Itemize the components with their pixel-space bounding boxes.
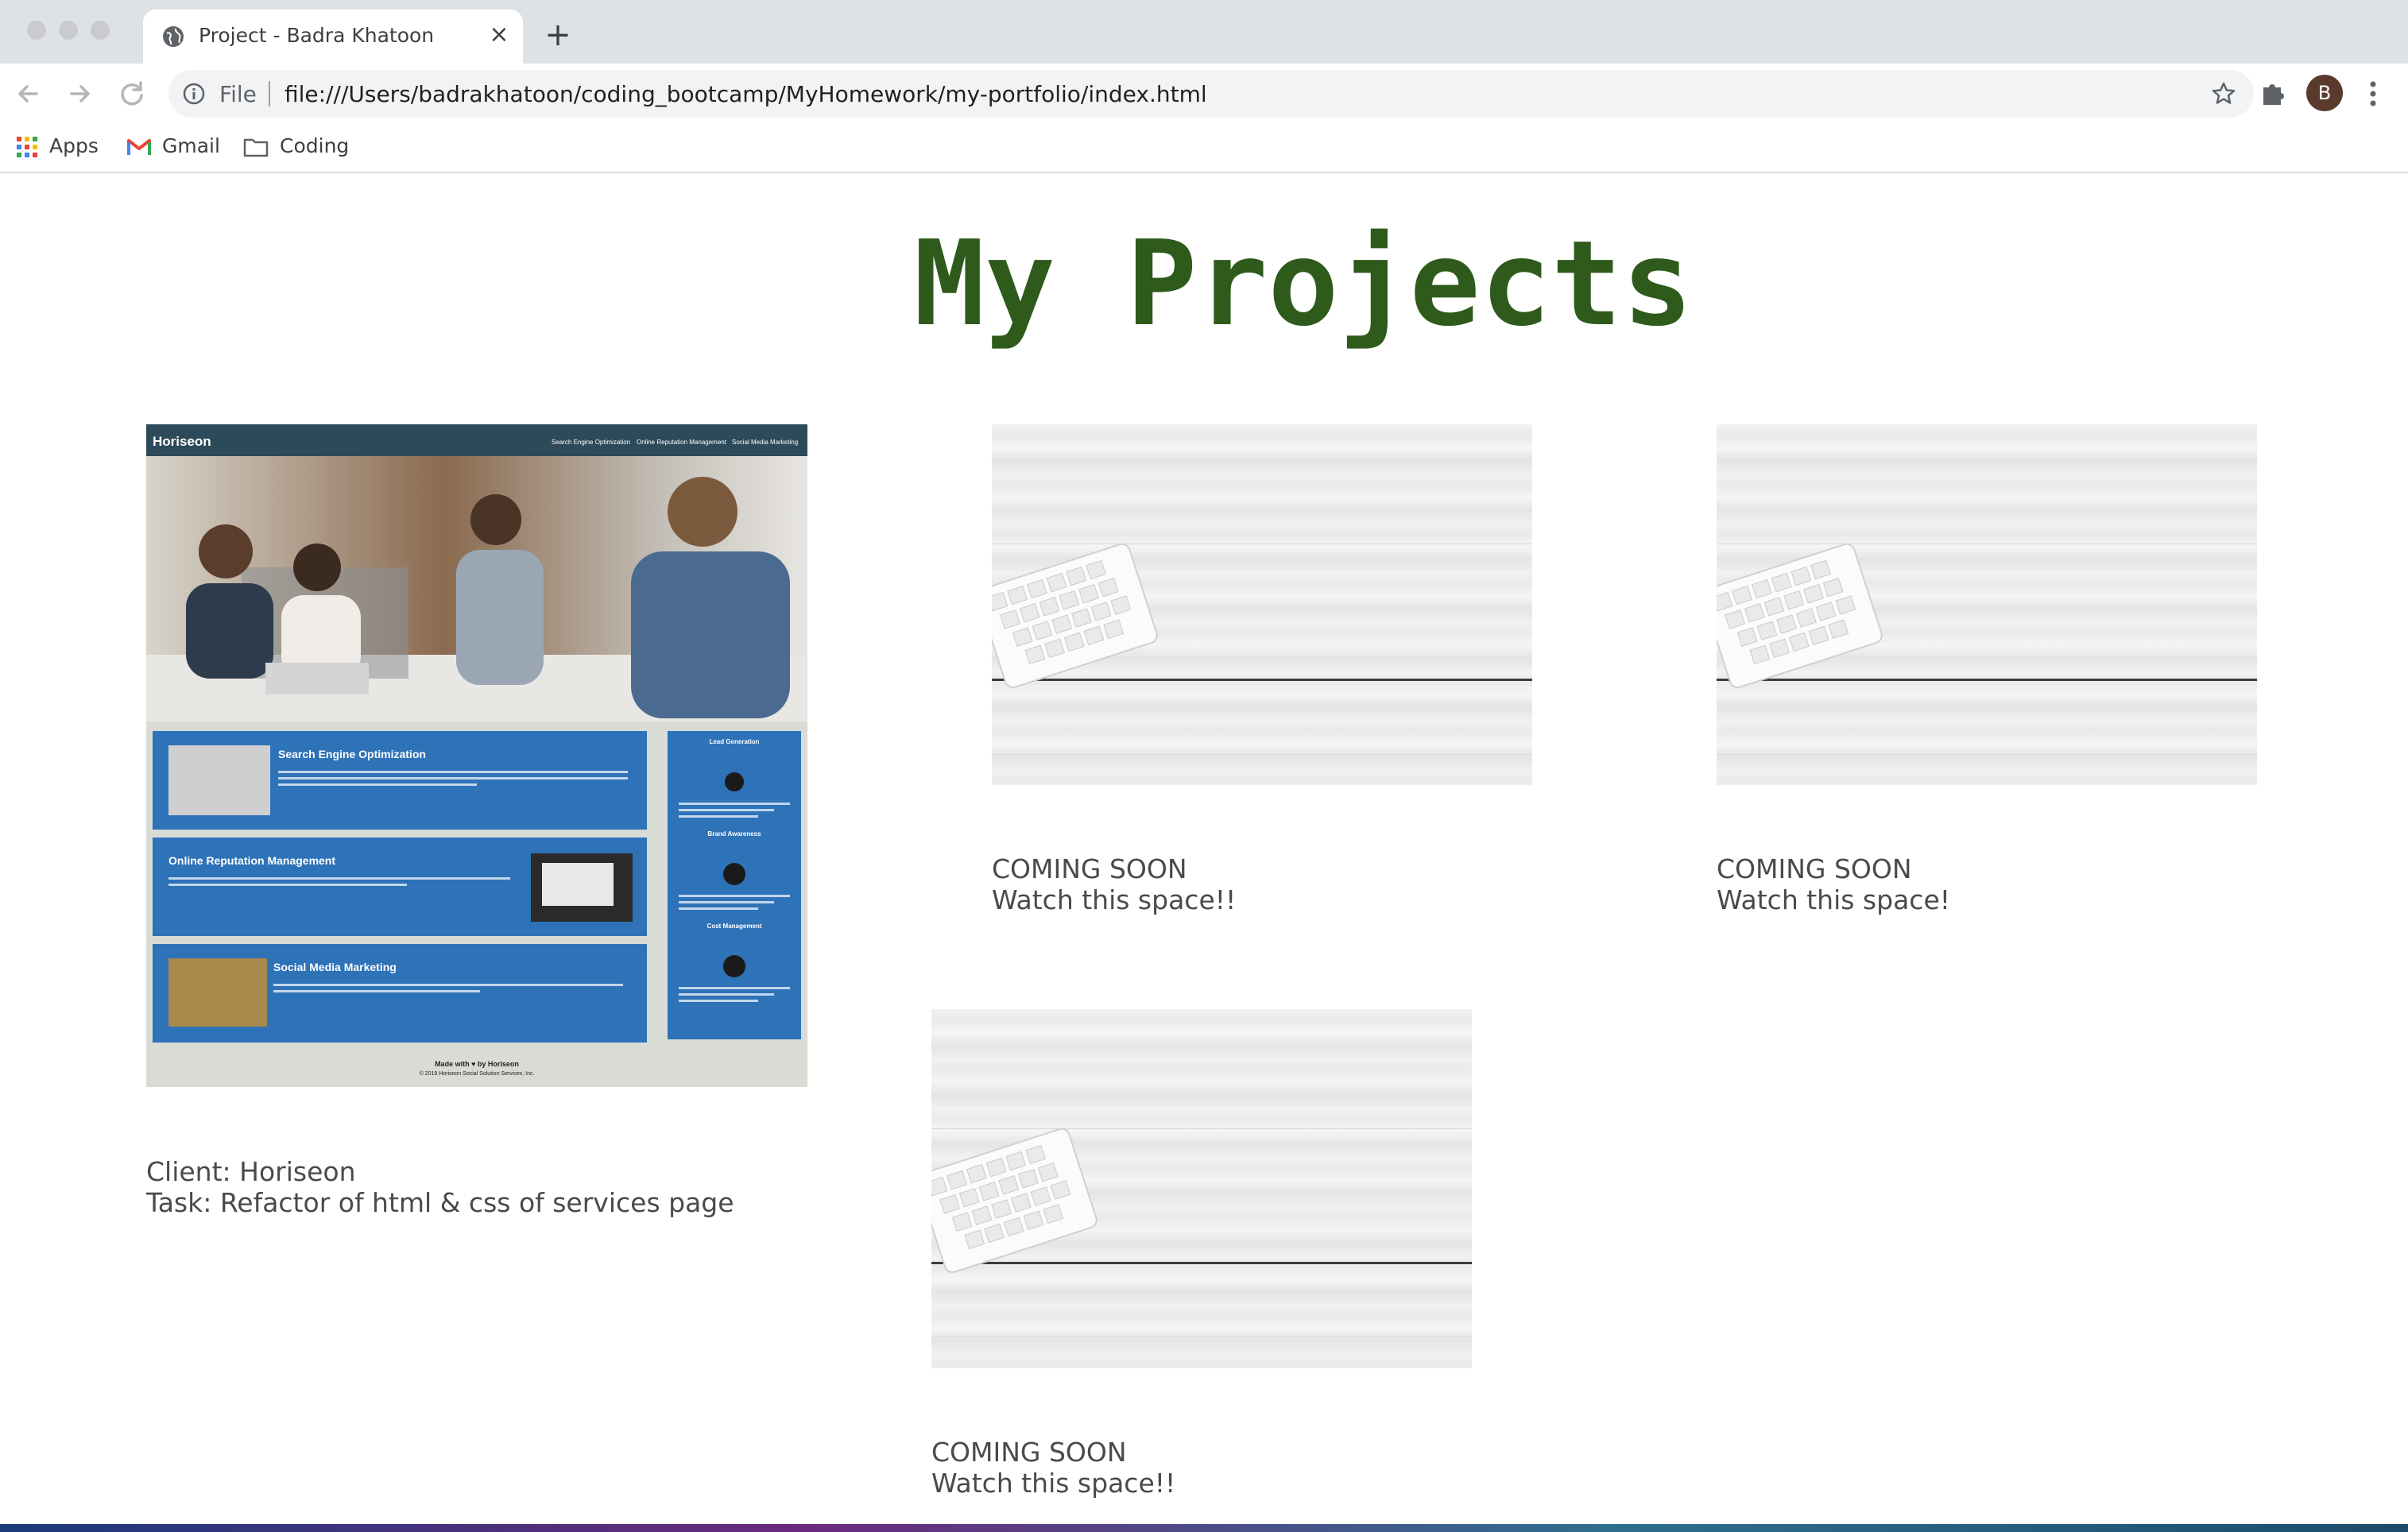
horiseon-side-title: Lead Generation — [709, 738, 759, 745]
horiseon-brand: Horiseon — [153, 434, 211, 449]
horiseon-screenshot: Horiseon Search Engine Optimization Onli… — [146, 424, 807, 1077]
horiseon-section-title: Social Media Marketing — [273, 961, 397, 973]
bookmark-gmail[interactable]: Gmail — [127, 130, 220, 162]
address-bar[interactable]: File file:///Users/badrakhatoon/coding_b… — [168, 70, 2254, 118]
project-caption: COMING SOON Watch this space!! — [931, 1437, 1175, 1499]
url-text[interactable]: file:///Users/badrakhatoon/coding_bootca… — [285, 81, 1207, 107]
watch-space-label: Watch this space! — [1717, 884, 1950, 915]
horiseon-side-title: Brand Awareness — [707, 830, 761, 838]
bookmark-label: Apps — [49, 134, 99, 157]
placeholder-project-image[interactable] — [1717, 424, 2257, 785]
info-icon[interactable] — [183, 83, 205, 105]
project-caption: COMING SOON Watch this space!! — [992, 853, 1236, 915]
horiseon-section-title: Search Engine Optimization — [278, 748, 426, 760]
watch-space-label: Watch this space!! — [992, 884, 1237, 915]
horiseon-nav-item: Online Reputation Management — [637, 439, 727, 446]
horiseon-nav-item: Search Engine Optimization — [552, 439, 630, 446]
globe-icon — [163, 26, 184, 47]
reload-icon[interactable] — [114, 76, 149, 111]
browser-toolbar: File file:///Users/badrakhatoon/coding_b… — [0, 64, 2408, 124]
watch-space-label: Watch this space!! — [931, 1468, 1176, 1499]
tab-strip: Project - Badra Khatoon × + — [0, 0, 2408, 64]
horiseon-project-image[interactable]: Horiseon Search Engine Optimization Onli… — [146, 424, 807, 1087]
gmail-icon — [127, 139, 151, 155]
bookmark-apps[interactable]: Apps — [16, 130, 99, 162]
close-tab-icon[interactable]: × — [485, 21, 513, 49]
horiseon-footer: Made with ♥ by Horiseon — [435, 1060, 519, 1068]
bookmark-label: Gmail — [162, 134, 220, 157]
keyboard-on-wood-image — [931, 1128, 1472, 1337]
horiseon-section-title: Online Reputation Management — [168, 854, 335, 867]
page-title: My Projects — [913, 215, 1694, 352]
bookmark-label: Coding — [280, 134, 350, 157]
extensions-puzzle-icon[interactable] — [2257, 78, 2289, 110]
project-task-label: Task: Refactor of html & css of services… — [146, 1187, 734, 1218]
active-tab[interactable]: Project - Badra Khatoon × — [143, 10, 523, 64]
profile-avatar[interactable]: B — [2306, 75, 2343, 111]
tab-title: Project - Badra Khatoon — [199, 24, 435, 47]
dock-edge — [0, 1524, 2408, 1532]
window-close-button[interactable] — [27, 21, 46, 40]
bookmarks-bar: Apps Gmail Coding — [0, 124, 2408, 173]
placeholder-project-image[interactable] — [992, 424, 1532, 785]
address-divider — [269, 81, 270, 106]
window-minimize-button[interactable] — [59, 21, 78, 40]
window-zoom-button[interactable] — [91, 21, 110, 40]
bookmark-star-icon[interactable] — [2211, 81, 2236, 106]
bookmark-coding-folder[interactable]: Coding — [243, 130, 349, 162]
keyboard-on-wood-image — [1717, 543, 2257, 755]
coming-soon-label: COMING SOON — [931, 1437, 1127, 1468]
horiseon-copyright: © 2019 Horiseon Social Solution Services… — [420, 1070, 535, 1077]
back-arrow-icon[interactable] — [11, 76, 46, 111]
forward-arrow-icon[interactable] — [62, 76, 97, 111]
keyboard-on-wood-image — [992, 543, 1532, 755]
horiseon-nav-item: Social Media Marketing — [732, 439, 798, 446]
horiseon-side-title: Cost Management — [707, 923, 762, 930]
project-client-label: Client: Horiseon — [146, 1156, 356, 1187]
browser-menu-icon[interactable] — [2365, 78, 2381, 110]
project-caption: Client: Horiseon Task: Refactor of html … — [146, 1156, 734, 1218]
placeholder-project-image[interactable] — [931, 1009, 1472, 1368]
folder-icon — [243, 138, 269, 157]
coming-soon-label: COMING SOON — [992, 853, 1187, 884]
apps-grid-icon — [17, 137, 37, 157]
project-caption: COMING SOON Watch this space! — [1717, 853, 1950, 915]
url-scheme-label: File — [219, 81, 257, 107]
coming-soon-label: COMING SOON — [1717, 853, 1912, 884]
new-tab-button[interactable]: + — [540, 19, 575, 54]
